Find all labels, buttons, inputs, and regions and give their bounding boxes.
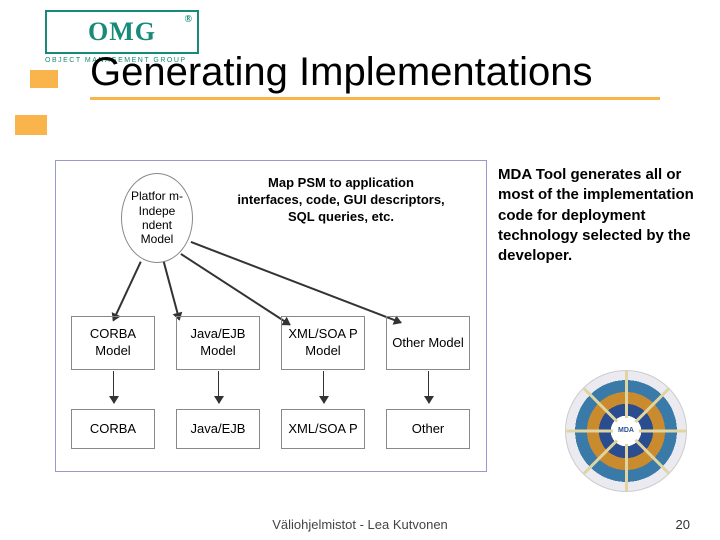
footer-text: Väliohjelmistot - Lea Kutvonen: [0, 517, 720, 532]
pim-model-box: Platfor m-Indepe ndent Model: [121, 173, 193, 263]
other-impl-box: Other: [386, 409, 470, 449]
logo-reg: ®: [185, 14, 193, 25]
arrow-java-impl: [218, 371, 219, 403]
arrow-xml-impl: [323, 371, 324, 403]
map-description: Map PSM to application interfaces, code,…: [236, 175, 446, 226]
arrow-other-impl: [428, 371, 429, 403]
java-ejb-model-box: Java/EJB Model: [176, 316, 260, 370]
mda-logo: MDA: [565, 370, 685, 490]
deco-block-1: [30, 70, 58, 88]
xml-soap-model-box: XML/SOA P Model: [281, 316, 365, 370]
corba-impl-box: CORBA: [71, 409, 155, 449]
side-description: MDA Tool generates all or most of the im…: [498, 165, 718, 266]
diagram-frame: Platfor m-Indepe ndent Model Map PSM to …: [55, 160, 487, 472]
corba-model-box: CORBA Model: [71, 316, 155, 370]
java-ejb-impl-box: Java/EJB: [176, 409, 260, 449]
arrow-pim-xml: [181, 253, 291, 325]
logo-text: OMG: [88, 17, 156, 47]
arrow-pim-java: [163, 262, 180, 320]
other-model-box: Other Model: [386, 316, 470, 370]
arrow-corba-impl: [113, 371, 114, 403]
xml-soap-impl-box: XML/SOA P: [281, 409, 365, 449]
deco-block-2: [15, 115, 47, 135]
page-number: 20: [676, 517, 690, 532]
arrow-pim-corba: [113, 261, 142, 321]
mda-core-label: MDA: [613, 418, 639, 444]
page-title: Generating Implementations: [90, 50, 660, 100]
